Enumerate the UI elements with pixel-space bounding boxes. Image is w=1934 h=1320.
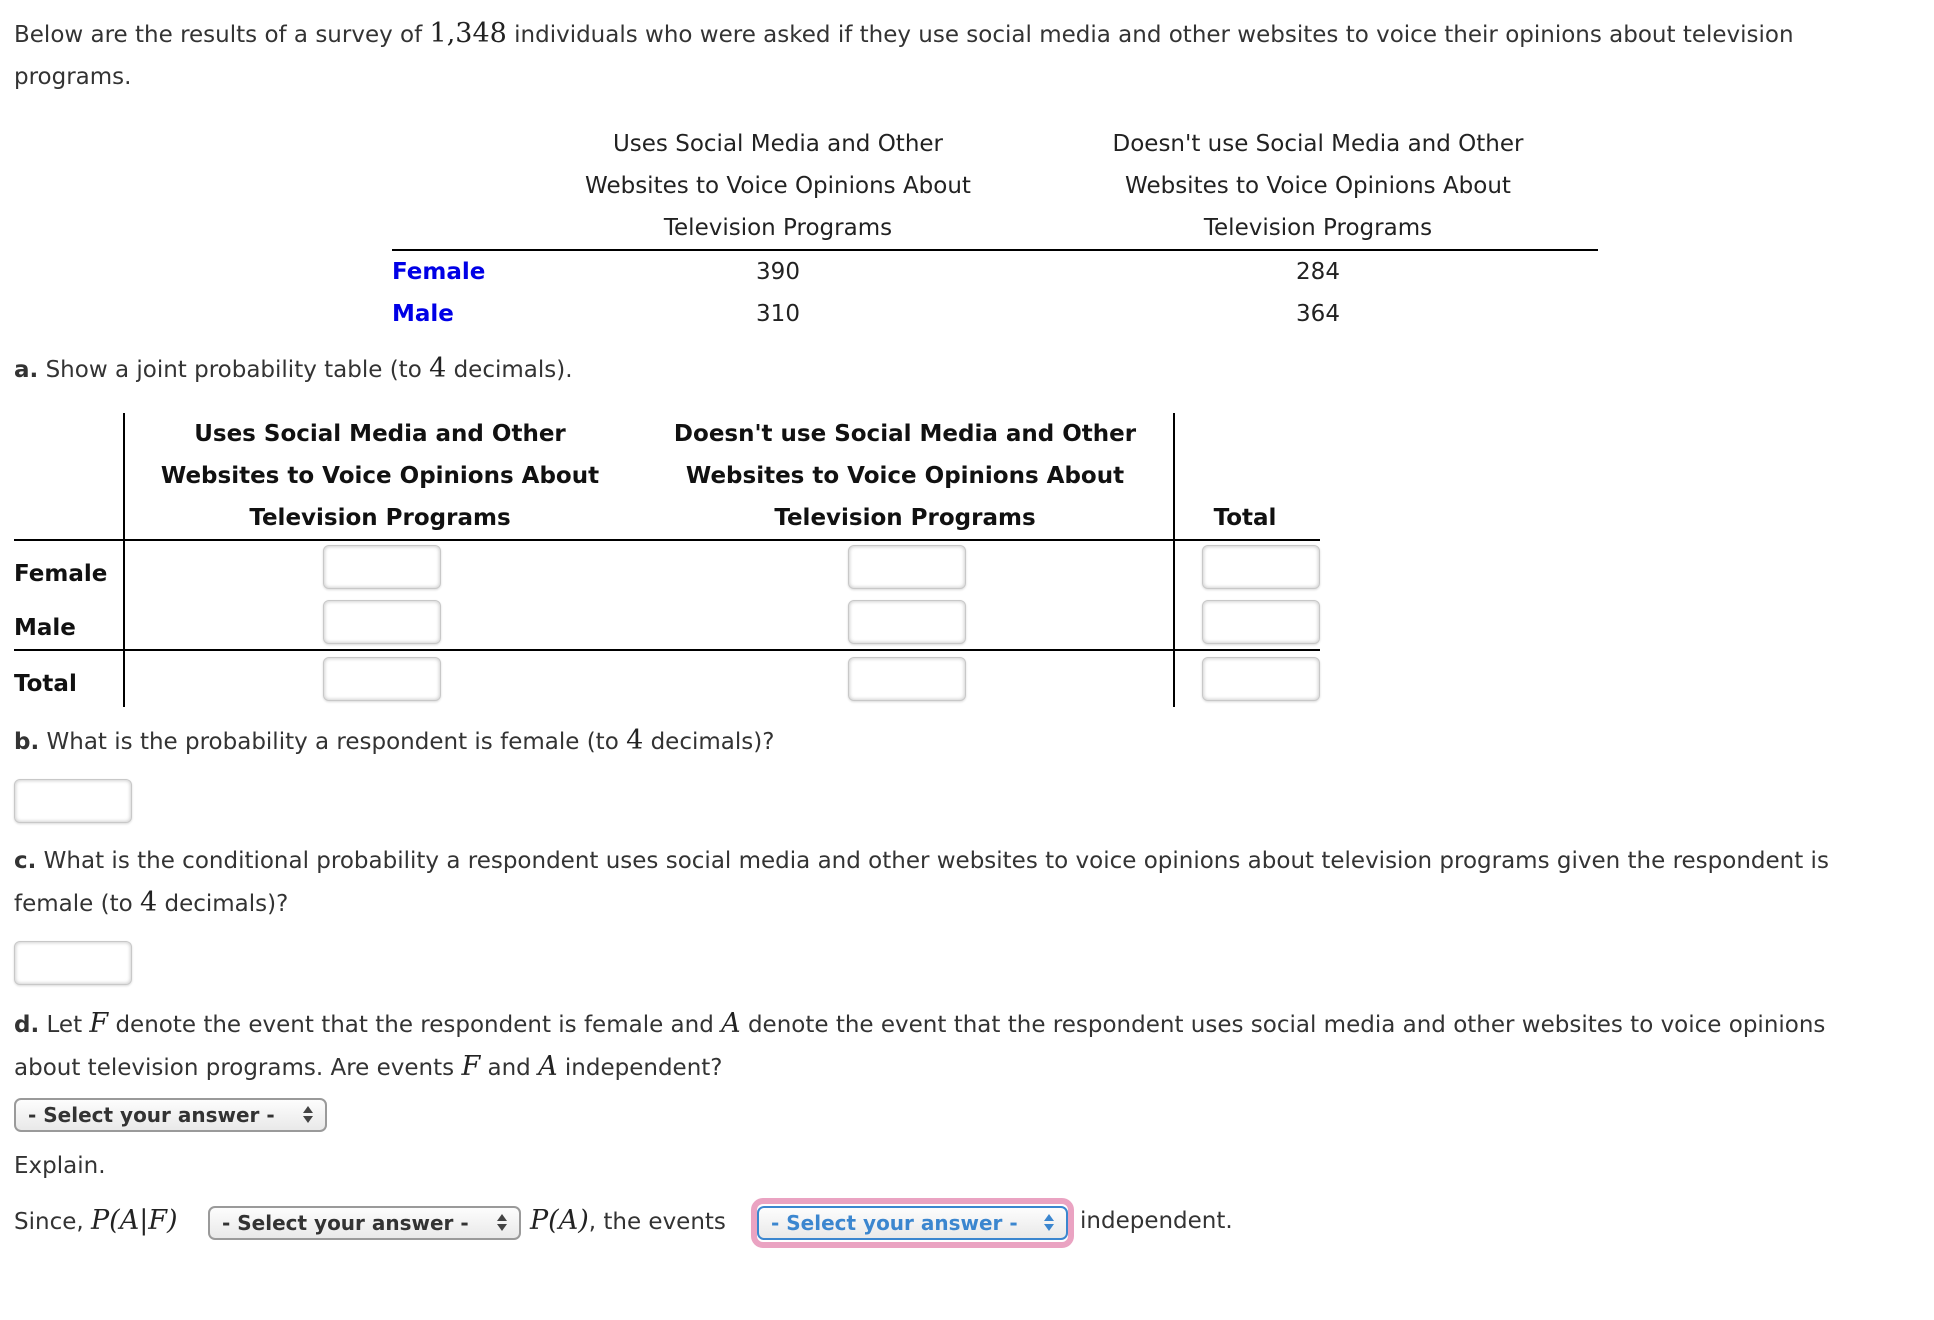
intro-line2: programs. <box>14 64 132 90</box>
col-line: Websites to Voice Opinions About <box>160 463 600 489</box>
table-header-rule <box>14 539 1320 541</box>
prompt-text: Show a joint probability table (to <box>38 357 430 383</box>
col-line: Television Programs <box>249 505 511 531</box>
part-letter: c. <box>14 848 37 874</box>
survey-row-label-female: Female <box>392 259 486 285</box>
since-text: Since, P(A|F) <box>14 1200 178 1243</box>
male-doesnt-use-input[interactable] <box>848 600 966 644</box>
the-events-label: , the events <box>588 1209 726 1235</box>
male-total-input[interactable] <box>1202 600 1320 644</box>
event-f: F <box>89 1008 109 1039</box>
joint-col-total: Total <box>1213 505 1277 531</box>
row-label-total: Total <box>14 671 77 697</box>
total-uses-input[interactable] <box>323 657 441 701</box>
survey-col-uses: Uses Social Media and Other Websites to … <box>558 123 998 249</box>
decimals-value: 4 <box>139 887 158 918</box>
row-label-male: Male <box>14 615 76 641</box>
survey-row-label-male: Male <box>392 301 454 327</box>
select-label: - Select your answer - <box>28 1103 275 1127</box>
prompt-text: about television programs. Are events <box>14 1055 462 1081</box>
select-arrows-icon <box>303 1106 313 1124</box>
prompt-text: decimals). <box>446 357 573 383</box>
prompt-text: denote the event that the respondent use… <box>740 1012 1826 1038</box>
p-a: P(A) <box>530 1205 589 1236</box>
part-c-prompt: c. What is the conditional probability a… <box>14 840 1829 925</box>
survey-total: 1,348 <box>429 18 507 49</box>
prompt-text: female (to <box>14 891 140 917</box>
part-d-prompt: d. Let F denote the event that the respo… <box>14 1003 1825 1089</box>
decimals-value: 4 <box>626 725 644 756</box>
part-letter: a. <box>14 357 39 383</box>
col-line: Television Programs <box>663 215 893 241</box>
event-a: A <box>538 1051 558 1082</box>
select-label: - Select your answer - <box>771 1211 1018 1235</box>
since-label: Since, <box>14 1209 91 1235</box>
part-letter: d. <box>14 1012 40 1038</box>
row-label-female: Female <box>14 561 108 587</box>
prompt-text: Let <box>39 1012 90 1038</box>
prompt-text: independent? <box>557 1055 723 1081</box>
prompt-text: What is the conditional probability a re… <box>36 848 1829 874</box>
event-f: F <box>461 1051 481 1082</box>
col-line: Doesn't use Social Media and Other <box>673 421 1137 447</box>
col-line: Uses Social Media and Other <box>194 421 566 447</box>
survey-cell: 310 <box>756 301 800 327</box>
prompt-text: denote the event that the respondent is … <box>108 1012 722 1038</box>
male-uses-input[interactable] <box>323 600 441 644</box>
explain-label: Explain. <box>14 1153 106 1179</box>
select-label: - Select your answer - <box>222 1211 469 1235</box>
intro-before: Below are the results of a survey of <box>14 22 430 48</box>
joint-col-doesnt-use: Doesn't use Social Media and Other Websi… <box>655 413 1155 539</box>
grand-total-input[interactable] <box>1202 657 1320 701</box>
col-line: Television Programs <box>1203 215 1433 241</box>
p-a-given-f: P(A|F) <box>91 1205 178 1236</box>
female-uses-input[interactable] <box>323 545 441 589</box>
prob-female-input[interactable] <box>14 779 132 823</box>
part-a-prompt: a. Show a joint probability table (to 4 … <box>14 348 573 391</box>
col-line: Websites to Voice Opinions About <box>1125 173 1511 199</box>
table-divider <box>123 413 125 707</box>
independent-label: independent. <box>1080 1208 1233 1234</box>
col-line: Websites to Voice Opinions About <box>585 173 971 199</box>
survey-cell: 284 <box>1296 259 1340 285</box>
prompt-text: decimals)? <box>643 729 775 755</box>
table-total-rule <box>14 649 1320 651</box>
prompt-text: What is the probability a respondent is … <box>39 729 627 755</box>
comparison-select[interactable]: - Select your answer - <box>208 1206 521 1240</box>
event-a: A <box>721 1008 741 1039</box>
female-total-input[interactable] <box>1202 545 1320 589</box>
col-line: Uses Social Media and Other <box>612 131 944 157</box>
survey-cell: 390 <box>756 259 800 285</box>
female-doesnt-use-input[interactable] <box>848 545 966 589</box>
are-independent-select[interactable]: - Select your answer - <box>757 1206 1068 1240</box>
pa-text: P(A), the events <box>530 1200 726 1243</box>
col-line: Websites to Voice Opinions About <box>685 463 1125 489</box>
conditional-prob-input[interactable] <box>14 941 132 985</box>
joint-col-uses: Uses Social Media and Other Websites to … <box>130 413 630 539</box>
col-line: Television Programs <box>774 505 1036 531</box>
intro-text: Below are the results of a survey of 1,3… <box>14 13 1794 98</box>
select-arrows-icon <box>497 1214 507 1232</box>
select-arrows-icon <box>1044 1214 1054 1232</box>
survey-cell: 364 <box>1296 301 1340 327</box>
survey-col-doesnt-use: Doesn't use Social Media and Other Websi… <box>1098 123 1538 249</box>
col-line: Doesn't use Social Media and Other <box>1112 131 1524 157</box>
part-b-prompt: b. What is the probability a respondent … <box>14 720 774 763</box>
table-divider <box>1173 413 1175 707</box>
independence-select[interactable]: - Select your answer - <box>14 1098 327 1132</box>
prompt-text: decimals)? <box>157 891 289 917</box>
prompt-text: and <box>480 1055 539 1081</box>
total-doesnt-use-input[interactable] <box>848 657 966 701</box>
decimals-value: 4 <box>429 353 447 384</box>
part-letter: b. <box>14 729 40 755</box>
intro-after: individuals who were asked if they use s… <box>506 22 1794 48</box>
